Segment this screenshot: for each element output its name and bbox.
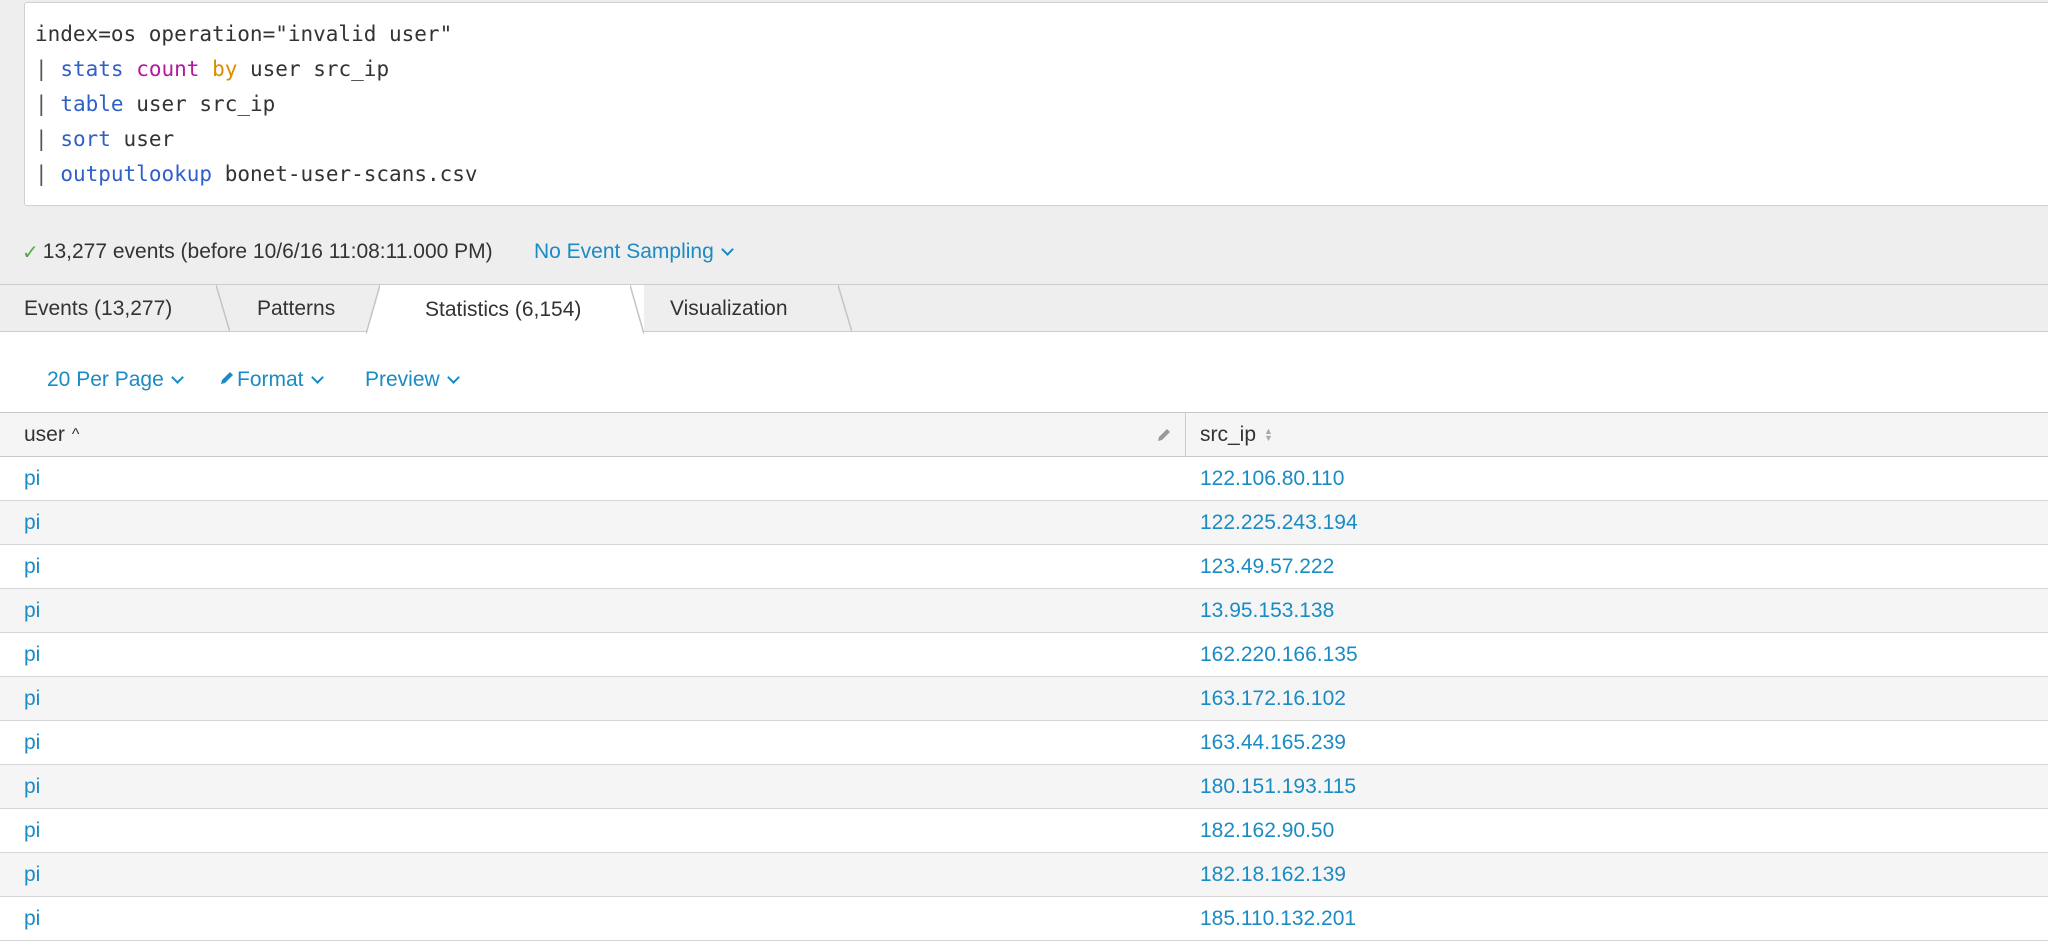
query-args: user [123,127,175,151]
cell-user[interactable]: pi [24,809,40,852]
tab-divider [366,285,380,334]
tab-events[interactable]: Events (13,277) [24,285,172,332]
sort-icon: ▲ ▼ [1264,425,1273,443]
chevron-down-icon [310,370,324,384]
column-label: user [24,422,65,446]
tab-label: Visualization [670,296,788,320]
tab-label: Patterns [257,296,336,320]
cell-user[interactable]: pi [24,633,40,676]
cell-src-ip[interactable]: 163.172.16.102 [1200,677,1346,720]
format-dropdown[interactable]: Format [219,366,324,394]
format-label: Format [237,368,304,391]
cell-user[interactable]: pi [24,677,40,720]
query-line-1: index=os operation="invalid user" [35,20,452,48]
query-pipe: | [35,162,48,186]
column-divider [1185,413,1186,456]
table-row: pi 122.225.243.194 [0,501,2048,545]
search-query-editor[interactable]: index=os operation="invalid user" | stat… [24,2,2048,206]
cell-user[interactable]: pi [24,589,40,632]
tab-label: Statistics (6,154) [425,297,582,321]
cell-src-ip[interactable]: 180.151.193.115 [1200,765,1356,808]
tab-patterns[interactable]: Patterns [257,285,335,332]
chevron-down-icon [170,370,184,384]
query-command: table [60,92,124,116]
column-header-user[interactable]: user ^ [24,413,79,456]
job-status: ✓ 13,277 events (before 10/6/16 11:08:11… [22,236,493,268]
cell-user[interactable]: pi [24,853,40,896]
cell-src-ip[interactable]: 123.49.57.222 [1200,545,1334,588]
chevron-down-icon [446,370,460,384]
per-page-label: 20 Per Page [47,368,164,391]
column-label: src_ip [1200,422,1257,446]
query-pipe: | [35,92,48,116]
table-row: pi 180.151.193.115 [0,765,2048,809]
cell-user[interactable]: pi [24,545,40,588]
query-function: count [136,57,200,81]
query-args: bonet-user-scans.csv [224,162,478,186]
column-header-src-ip[interactable]: src_ip ▲ ▼ [1200,413,1273,456]
query-line-4: | sort user [35,125,174,153]
tab-statistics[interactable]: Statistics (6,154) [380,285,644,334]
event-sampling-dropdown[interactable]: No Event Sampling [534,236,734,268]
table-header: user ^ src_ip ▲ ▼ [0,412,2048,457]
chevron-down-icon [720,242,734,256]
event-sampling-label: No Event Sampling [534,240,714,263]
results-tabs: Events (13,277) Patterns Statistics (6,1… [0,284,2048,334]
edit-column-icon[interactable] [1156,427,1172,448]
cell-src-ip[interactable]: 13.95.153.138 [1200,589,1334,632]
query-command: stats [60,57,124,81]
query-args: user src_ip [136,92,276,116]
per-page-dropdown[interactable]: 20 Per Page [47,366,184,394]
query-command: sort [60,127,111,151]
preview-dropdown[interactable]: Preview [365,366,460,394]
cell-user[interactable]: pi [24,765,40,808]
tab-divider [216,285,230,332]
results-table: user ^ src_ip ▲ ▼ pi 122.106.80.110 pi 12… [0,412,2048,941]
query-line-3: | table user src_ip [35,90,275,118]
query-pipe: | [35,127,48,151]
preview-label: Preview [365,368,440,391]
sort-ascending-icon: ^ [71,425,80,443]
cell-user[interactable]: pi [24,501,40,544]
table-row: pi 163.44.165.239 [0,721,2048,765]
query-line-2: | stats count by user src_ip [35,55,389,83]
search-panel: index=os operation="invalid user" | stat… [0,0,2048,284]
table-row: pi 182.162.90.50 [0,809,2048,853]
tab-divider [630,285,644,334]
table-row: pi 185.110.132.201 [0,897,2048,941]
cell-src-ip[interactable]: 182.162.90.50 [1200,809,1334,852]
cell-user[interactable]: pi [24,897,40,940]
query-args: user src_ip [250,57,390,81]
cell-src-ip[interactable]: 182.18.162.139 [1200,853,1346,896]
query-text: index=os operation="invalid user" [35,22,453,46]
query-pipe: | [35,57,48,81]
table-row: pi 122.106.80.110 [0,457,2048,501]
cell-user[interactable]: pi [24,457,40,500]
cell-src-ip[interactable]: 163.44.165.239 [1200,721,1346,764]
table-row: pi 182.18.162.139 [0,853,2048,897]
tab-label: Events (13,277) [24,296,173,320]
query-command: outputlookup [60,162,213,186]
pencil-icon [219,368,235,392]
tab-visualization[interactable]: Visualization [670,285,788,332]
cell-src-ip[interactable]: 122.106.80.110 [1200,457,1344,500]
table-row: pi 13.95.153.138 [0,589,2048,633]
cell-user[interactable]: pi [24,721,40,764]
query-keyword: by [212,57,238,81]
cell-src-ip[interactable]: 162.220.166.135 [1200,633,1358,676]
table-row: pi 123.49.57.222 [0,545,2048,589]
cell-src-ip[interactable]: 122.225.243.194 [1200,501,1358,544]
event-count-summary: 13,277 events (before 10/6/16 11:08:11.0… [42,240,493,263]
query-line-5: | outputlookup bonet-user-scans.csv [35,160,478,188]
table-row: pi 163.172.16.102 [0,677,2048,721]
cell-src-ip[interactable]: 185.110.132.201 [1200,897,1356,940]
check-icon: ✓ [22,241,39,264]
table-row: pi 162.220.166.135 [0,633,2048,677]
tab-divider [838,285,852,332]
